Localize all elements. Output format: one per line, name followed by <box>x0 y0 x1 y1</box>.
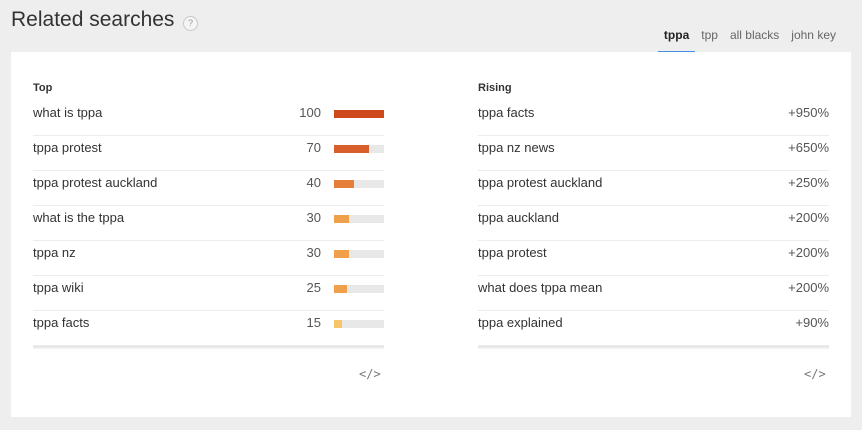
score-bar-fill <box>334 215 349 223</box>
score-bar <box>334 145 384 153</box>
top-panel: Top what is tppa 100 tppa protest 70 tppa pr… <box>33 82 384 349</box>
rising-percent: +200% <box>788 210 829 225</box>
score-bar <box>334 250 384 258</box>
related-searches-card: Top what is tppa 100 tppa protest 70 tppa pr… <box>11 52 851 417</box>
search-term-tabs: tppa tpp all blacks john key <box>657 28 842 53</box>
query-label[interactable]: tppa protest auckland <box>478 175 602 190</box>
query-label[interactable]: tppa facts <box>478 105 534 120</box>
top-panel-title: Top <box>33 82 53 94</box>
top-panel-footer-divider <box>33 346 384 349</box>
score-bar <box>334 320 384 328</box>
rising-percent: +200% <box>788 280 829 295</box>
query-score: 25 <box>306 280 321 295</box>
top-list-item[interactable]: tppa protest 70 <box>33 136 384 171</box>
score-bar-fill <box>334 110 384 118</box>
query-label[interactable]: tppa auckland <box>478 210 559 225</box>
query-score: 100 <box>299 105 321 120</box>
rising-panel: Rising tppa facts +950% tppa nz news +650% t… <box>478 82 829 349</box>
score-bar-fill <box>334 320 342 328</box>
rising-list-item[interactable]: tppa facts +950% <box>478 101 829 136</box>
rising-list-item[interactable]: tppa protest +200% <box>478 241 829 276</box>
query-score: 40 <box>306 175 321 190</box>
query-label[interactable]: tppa explained <box>478 315 563 330</box>
rising-panel-footer-divider <box>478 346 829 349</box>
query-label[interactable]: tppa protest <box>478 245 547 260</box>
top-list-item[interactable]: tppa protest auckland 40 <box>33 171 384 206</box>
rising-panel-title: Rising <box>478 82 512 94</box>
tab-all-blacks[interactable]: all blacks <box>724 28 785 52</box>
query-score: 15 <box>306 315 321 330</box>
rising-list-item[interactable]: what does tppa mean +200% <box>478 276 829 311</box>
rising-list-item[interactable]: tppa nz news +650% <box>478 136 829 171</box>
query-label[interactable]: tppa facts <box>33 315 89 330</box>
rising-percent: +650% <box>788 140 829 155</box>
rising-percent: +90% <box>795 315 829 330</box>
rising-percent: +200% <box>788 245 829 260</box>
page-title: Related searches <box>11 8 175 31</box>
top-list-item[interactable]: what is tppa 100 <box>33 101 384 136</box>
rising-list-item[interactable]: tppa explained +90% <box>478 311 829 346</box>
query-label[interactable]: tppa protest <box>33 140 102 155</box>
score-bar-fill <box>334 250 349 258</box>
query-label[interactable]: tppa nz news <box>478 140 555 155</box>
query-score: 30 <box>306 210 321 225</box>
query-label[interactable]: what does tppa mean <box>478 280 602 295</box>
rising-percent: +250% <box>788 175 829 190</box>
rising-list-item[interactable]: tppa auckland +200% <box>478 206 829 241</box>
tab-tppa[interactable]: tppa <box>657 28 696 53</box>
query-label[interactable]: tppa nz <box>33 245 76 260</box>
score-bar <box>334 285 384 293</box>
rising-list-item[interactable]: tppa protest auckland +250% <box>478 171 829 206</box>
top-list-item[interactable]: tppa facts 15 <box>33 311 384 346</box>
query-label[interactable]: what is tppa <box>33 105 102 120</box>
score-bar-fill <box>334 285 347 293</box>
query-label[interactable]: tppa wiki <box>33 280 84 295</box>
top-list: what is tppa 100 tppa protest 70 tppa protes… <box>33 101 384 346</box>
top-list-item[interactable]: tppa wiki 25 <box>33 276 384 311</box>
score-bar <box>334 110 384 118</box>
rising-percent: +950% <box>788 105 829 120</box>
query-score: 70 <box>306 140 321 155</box>
score-bar-fill <box>334 145 369 153</box>
help-icon[interactable]: ? <box>183 16 198 31</box>
query-label[interactable]: what is the tppa <box>33 210 124 225</box>
embed-code-icon[interactable]: </> <box>804 367 826 381</box>
tab-john-key[interactable]: john key <box>785 28 842 52</box>
query-score: 30 <box>306 245 321 260</box>
rising-list: tppa facts +950% tppa nz news +650% tppa pro… <box>478 101 829 346</box>
score-bar-fill <box>334 180 354 188</box>
embed-code-icon[interactable]: </> <box>359 367 381 381</box>
top-list-item[interactable]: tppa nz 30 <box>33 241 384 276</box>
tab-tpp[interactable]: tpp <box>695 28 724 52</box>
score-bar <box>334 215 384 223</box>
query-label[interactable]: tppa protest auckland <box>33 175 157 190</box>
top-list-item[interactable]: what is the tppa 30 <box>33 206 384 241</box>
score-bar <box>334 180 384 188</box>
